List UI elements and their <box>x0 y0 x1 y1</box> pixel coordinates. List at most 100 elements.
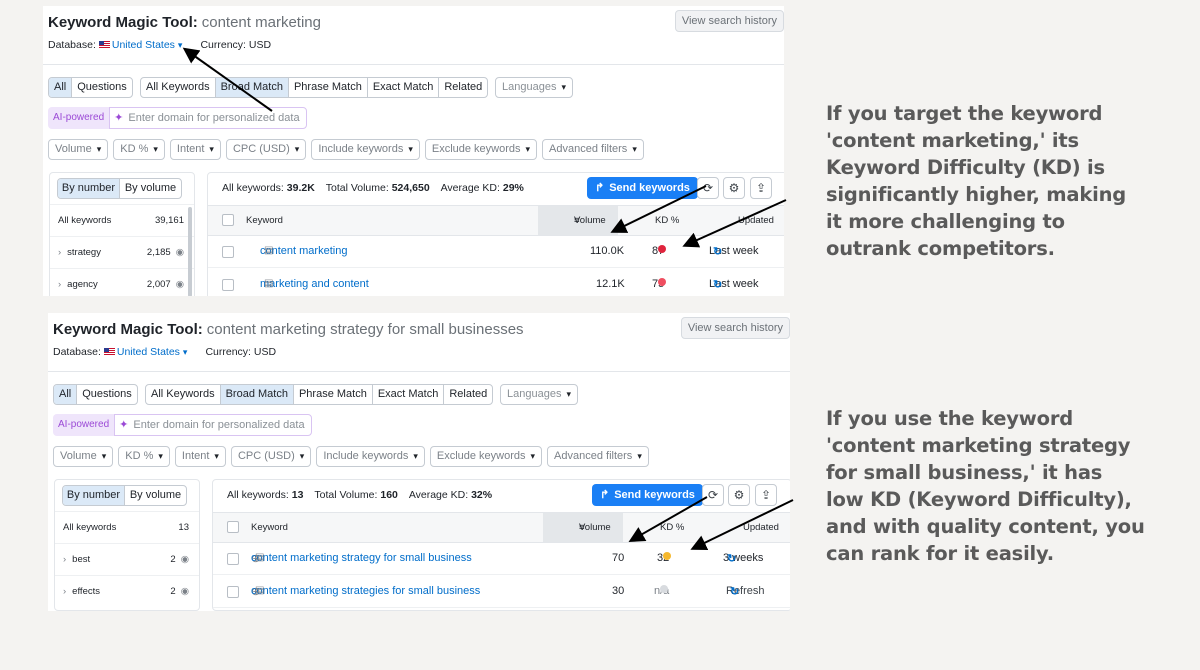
eye-icon: ◉ <box>175 247 184 258</box>
export-icon[interactable]: ⇪ <box>755 484 777 506</box>
tab-exact-match[interactable]: Exact Match <box>368 78 440 97</box>
database-select[interactable]: United States <box>112 39 175 51</box>
database-label: Database: <box>48 39 96 51</box>
view-search-history-button[interactable]: View search history <box>674 10 784 32</box>
ai-domain-row: AI-powered ✦ Enter domain for personalize… <box>48 107 307 129</box>
personalized-domain-input[interactable]: ✦ Enter domain for personalized data <box>114 414 312 436</box>
tab-related[interactable]: Related <box>439 78 487 97</box>
chevron-down-icon: ▾ <box>214 451 219 461</box>
tab-broad-match[interactable]: Broad Match <box>215 78 289 97</box>
filter-cpc[interactable]: CPC (USD) ▾ <box>230 446 312 467</box>
sidebar-scrollbar[interactable] <box>188 207 192 296</box>
group-row-all[interactable]: All keywords 13 <box>55 511 199 543</box>
by-volume-button[interactable]: By volume <box>125 486 186 505</box>
refresh-icon: ↻ <box>713 279 723 291</box>
filter-include-keywords[interactable]: Include keywords ▾ <box>311 139 420 160</box>
view-search-history-button[interactable]: View search history <box>680 317 790 339</box>
tab-all-keywords[interactable]: All Keywords <box>141 78 216 97</box>
personalized-domain-input[interactable]: ✦ Enter domain for personalized data <box>109 107 307 129</box>
languages-select[interactable]: Languages ▾ <box>495 77 573 98</box>
volume-value: 30 <box>612 585 625 597</box>
table-row: ⊕ content marketing strategies for small … <box>213 576 790 608</box>
tab-exact-match[interactable]: Exact Match <box>373 385 445 404</box>
row-checkbox[interactable] <box>227 553 239 565</box>
keyword-table-panel: All keywords: 13 Total Volume: 160 Avera… <box>212 479 790 611</box>
domain-input-placeholder: Enter domain for personalized data <box>128 112 300 124</box>
match-type-tabs: All Keywords Broad Match Phrase Match Ex… <box>140 77 489 98</box>
filter-cpc[interactable]: CPC (USD) ▾ <box>225 139 307 160</box>
filter-volume[interactable]: Volume ▾ <box>53 446 114 467</box>
filter-intent[interactable]: Intent ▾ <box>174 446 226 467</box>
chevron-right-icon: › <box>58 279 62 290</box>
tab-phrase-match[interactable]: Phrase Match <box>294 385 373 404</box>
tab-questions[interactable]: Questions <box>72 78 132 97</box>
chevron-right-icon: › <box>63 554 67 565</box>
summary-line: All keywords: 39.2K Total Volume: 524,65… <box>222 182 524 194</box>
send-keywords-button[interactable]: ↱ Send keywords <box>592 484 703 506</box>
languages-label: Languages <box>502 81 557 93</box>
tab-all[interactable]: All <box>49 78 73 97</box>
chevron-down-icon: ▾ <box>299 451 305 461</box>
eye-icon: ◉ <box>180 554 189 565</box>
row-checkbox[interactable] <box>222 279 234 291</box>
tab-broad-match[interactable]: Broad Match <box>220 385 294 404</box>
filter-advanced[interactable]: Advanced filters ▾ <box>542 139 644 160</box>
database-select[interactable]: United States <box>117 346 180 358</box>
filter-intent[interactable]: Intent ▾ <box>169 139 221 160</box>
by-volume-button[interactable]: By volume <box>120 179 181 198</box>
filter-exclude-keywords[interactable]: Exclude keywords ▾ <box>424 139 538 160</box>
group-row[interactable]: › best 2 ◉ <box>55 543 199 575</box>
group-row[interactable]: › effects 2 ◉ <box>55 575 199 607</box>
group-sort-toggle: By number By volume <box>57 178 182 199</box>
kd-column-header[interactable]: KD % <box>655 215 679 226</box>
row-checkbox[interactable] <box>222 246 234 258</box>
volume-value: 110.0K <box>590 245 625 257</box>
group-row[interactable]: › strategy 2,185 ◉ <box>50 236 194 268</box>
refresh-icon[interactable]: ⟳ <box>702 484 724 506</box>
divider <box>48 371 790 372</box>
by-number-button[interactable]: By number <box>58 179 120 198</box>
sparkle-icon: ✦ <box>119 419 129 431</box>
tab-all-keywords[interactable]: All Keywords <box>146 385 221 404</box>
export-icon[interactable]: ⇪ <box>750 177 772 199</box>
tab-phrase-match[interactable]: Phrase Match <box>289 78 368 97</box>
languages-select[interactable]: Languages ▾ <box>500 384 578 405</box>
document-icon: ▤ <box>255 552 265 563</box>
tab-related[interactable]: Related <box>444 385 492 404</box>
chevron-down-icon[interactable]: ▾ <box>178 40 183 50</box>
chevron-down-icon: ▾ <box>101 451 107 461</box>
gear-icon[interactable]: ⚙ <box>723 177 745 199</box>
annotation-note-low-kd: If you use the keyword 'content marketin… <box>826 407 1145 565</box>
chevron-right-icon: › <box>63 586 67 597</box>
table-row: ⊕ content marketing strategy for small bu… <box>213 543 790 575</box>
group-row[interactable]: › agency 2,007 ◉ <box>50 268 194 296</box>
row-checkbox[interactable] <box>227 586 239 598</box>
select-all-checkbox[interactable] <box>222 214 234 226</box>
filter-exclude-keywords[interactable]: Exclude keywords ▾ <box>429 446 543 467</box>
tab-questions[interactable]: Questions <box>77 385 137 404</box>
filter-kd[interactable]: KD % ▾ <box>118 446 170 467</box>
kd-difficulty-dot <box>663 552 671 560</box>
keyword-column-header[interactable]: Keyword <box>246 215 283 226</box>
kd-column-header[interactable]: KD % <box>660 522 684 533</box>
gear-icon[interactable]: ⚙ <box>728 484 750 506</box>
chevron-down-icon: ▾ <box>561 82 566 92</box>
table-row: marketing and content▤ 12.1K 75 Last wee… <box>208 269 784 296</box>
chevron-down-icon[interactable]: ▾ <box>183 347 188 357</box>
tab-all[interactable]: All <box>54 385 78 404</box>
updated-column-header[interactable]: Updated <box>743 522 779 533</box>
refresh-icon[interactable]: ⟳ <box>697 177 719 199</box>
refresh-icon: ↻ <box>730 586 740 598</box>
updated-column-header[interactable]: Updated <box>738 215 774 226</box>
filter-kd[interactable]: KD % ▾ <box>113 139 165 160</box>
send-keywords-button[interactable]: ↱ Send keywords <box>587 177 698 199</box>
filter-advanced[interactable]: Advanced filters ▾ <box>547 446 649 467</box>
chevron-down-icon: ▾ <box>525 144 531 154</box>
filter-volume[interactable]: Volume ▾ <box>48 139 109 160</box>
by-number-button[interactable]: By number <box>63 486 125 505</box>
group-row-all[interactable]: All keywords 39,161 <box>50 204 194 236</box>
filter-include-keywords[interactable]: Include keywords ▾ <box>316 446 425 467</box>
chevron-down-icon: ▾ <box>566 389 571 399</box>
keyword-column-header[interactable]: Keyword <box>251 522 288 533</box>
select-all-checkbox[interactable] <box>227 521 239 533</box>
